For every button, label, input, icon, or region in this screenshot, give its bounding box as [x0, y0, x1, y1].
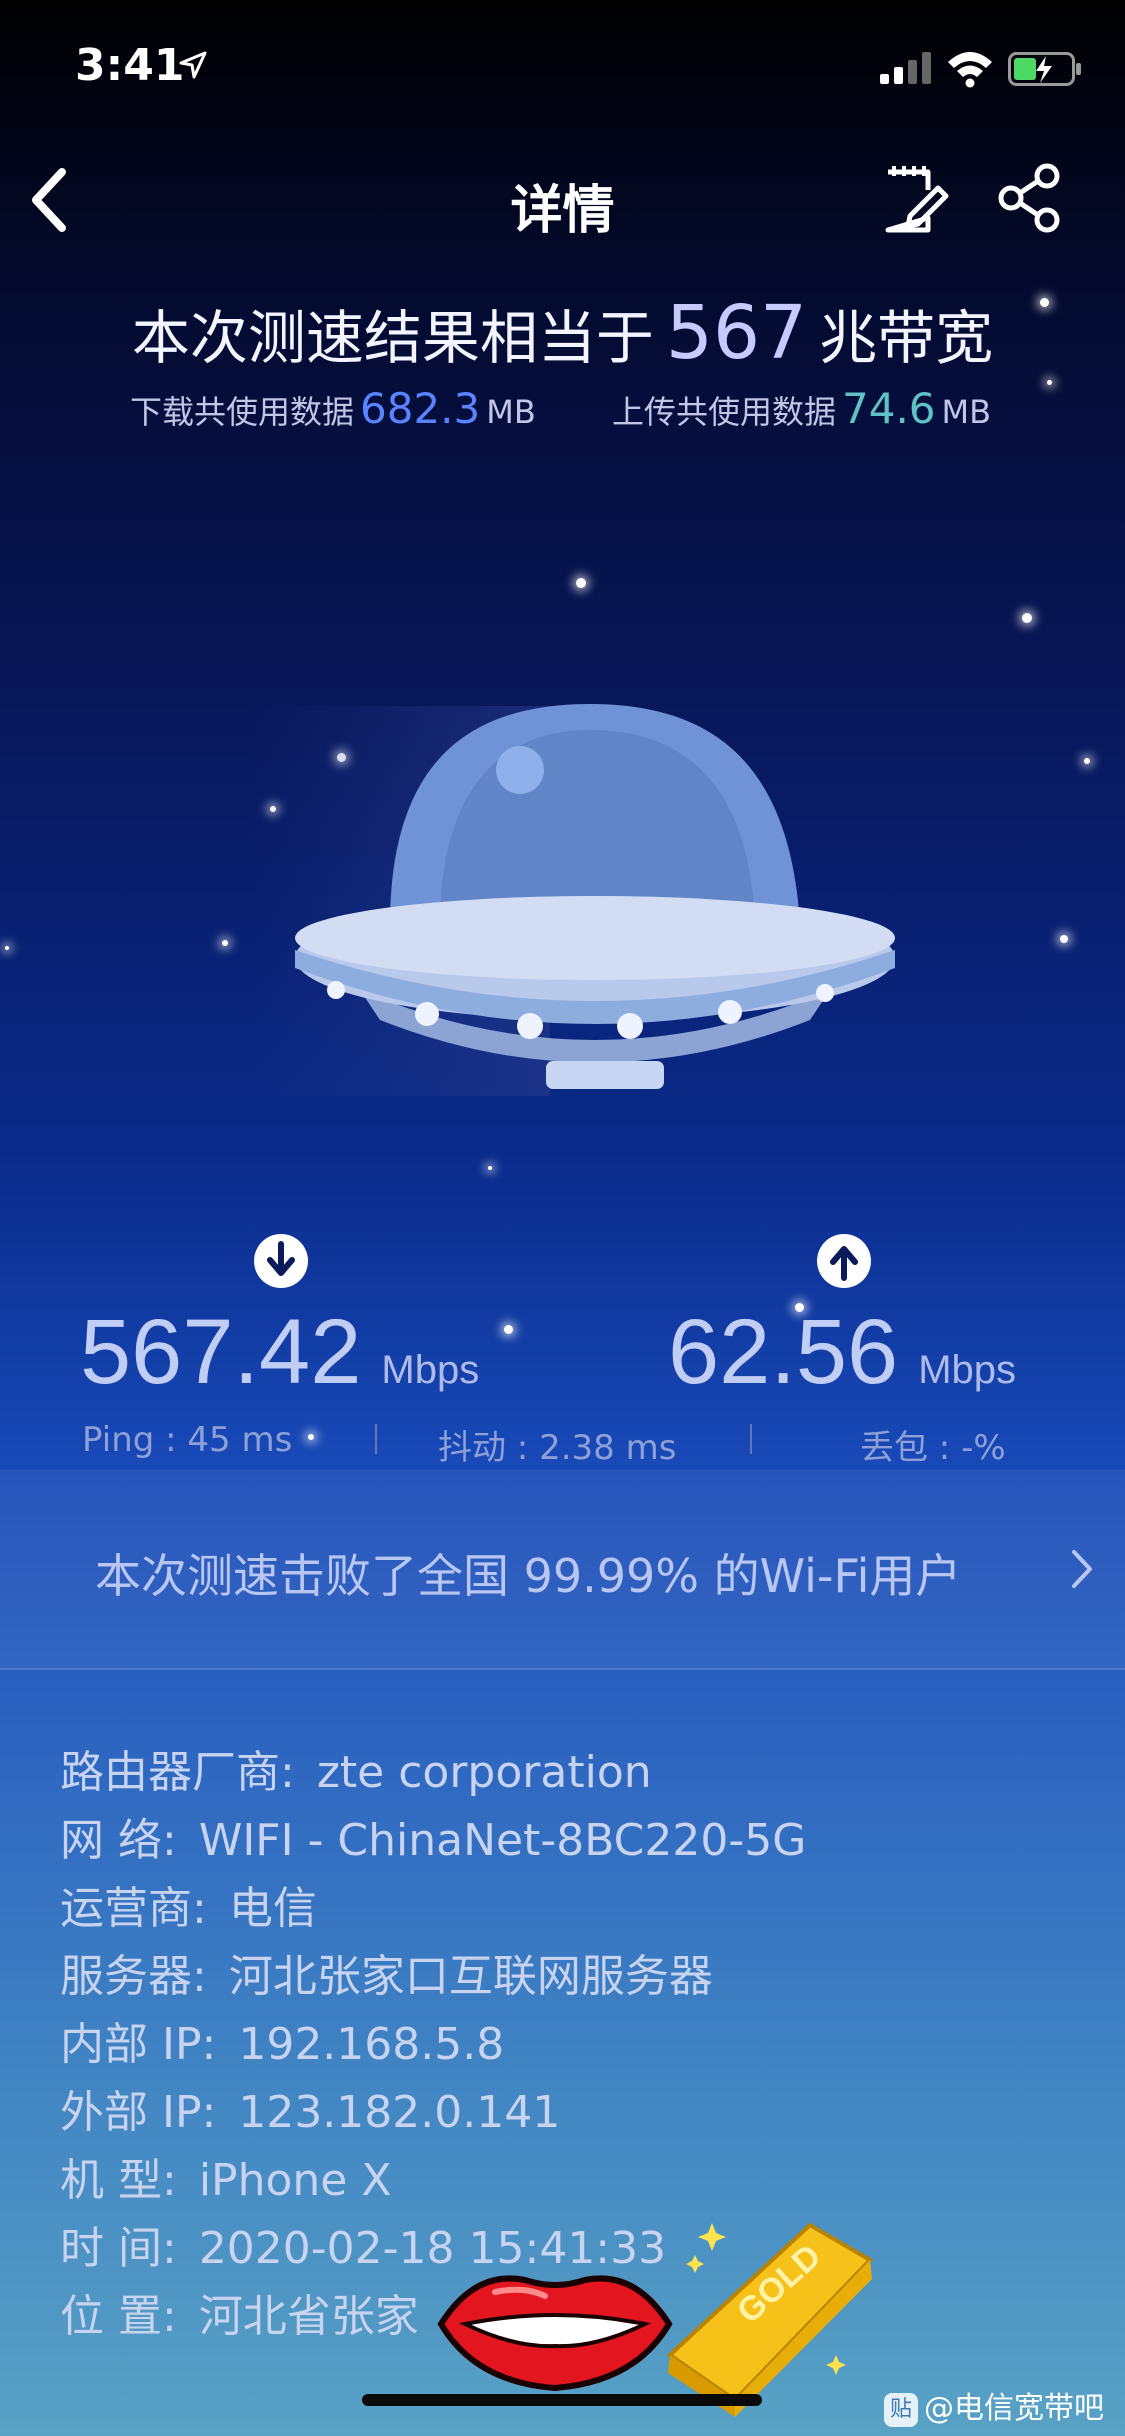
download-usage: 下载共使用数据 682.3 MB [130, 384, 536, 433]
chevron-right-icon [1072, 1550, 1092, 1588]
detail-value: 河北张家口互联网服务器 [228, 1951, 713, 2002]
star [1084, 758, 1090, 764]
detail-carrier: 运营商: 电信 [60, 1872, 1060, 1940]
detail-key: 时 间: [60, 2223, 177, 2274]
download-speed-value: 567.42 [80, 1301, 362, 1403]
status-bar: 3:41 [0, 0, 1125, 140]
jitter-metric: 抖动 : 2.38 ms [438, 1428, 677, 1468]
detail-key: 位 置: [60, 2291, 177, 2342]
home-indicator[interactable] [362, 2394, 762, 2406]
page-title: 详情 [510, 181, 615, 241]
star [5, 946, 9, 950]
nav-bar: 详情 [0, 150, 1125, 250]
star [1040, 298, 1049, 307]
detail-key: 网 络: [60, 1815, 177, 1866]
cellular-signal-icon [880, 52, 931, 84]
share-icon[interactable] [995, 162, 1065, 234]
detail-external-ip: 外部 IP: 123.182.0.141 [60, 2076, 1060, 2144]
detail-key: 运营商: [60, 1883, 207, 1934]
edit-note-icon[interactable] [880, 160, 950, 240]
network-metrics: Ping : 45 ms 抖动 : 2.38 ms 丢包 : -% [0, 1420, 1125, 1470]
gold-bar-sticker: GOLD [666, 2222, 874, 2417]
detail-key: 外部 IP: [60, 2087, 217, 2138]
star [1047, 380, 1052, 385]
upload-usage-unit: MB [941, 393, 992, 431]
download-speed-unit: Mbps [381, 1348, 480, 1392]
summary-prefix: 本次测速结果相当于 [131, 304, 654, 372]
detail-value: iPhone X [198, 2155, 392, 2206]
ping-metric: Ping : 45 ms [82, 1420, 293, 1460]
star [222, 940, 228, 946]
upload-speed-value: 62.56 [668, 1301, 899, 1403]
detail-server: 服务器: 河北张家口互联网服务器 [60, 1940, 1060, 2008]
detail-value: 123.182.0.141 [238, 2087, 561, 2138]
detail-key: 机 型: [60, 2155, 177, 2206]
detail-key: 服务器: [60, 1951, 207, 2002]
upload-speed: 62.56 Mbps [668, 1300, 1016, 1405]
arrow-down-circle-icon [254, 1234, 308, 1288]
star [488, 1166, 492, 1170]
arrow-up-circle-icon [817, 1234, 871, 1288]
detail-network: 网 络: WIFI - ChinaNet-8BC220-5G [60, 1804, 1060, 1872]
watermark-badge: 贴 [884, 2392, 918, 2427]
download-usage-label: 下载共使用数据 [130, 393, 355, 431]
star [1022, 613, 1032, 623]
download-speed: 567.42 Mbps [80, 1300, 479, 1405]
metric-divider [375, 1424, 377, 1454]
watermark: 贴 @电信宽带吧 [884, 2383, 1104, 2427]
star [1060, 935, 1068, 943]
bandwidth-value: 567 [665, 290, 808, 376]
detail-key: 路由器厂商: [60, 1747, 295, 1798]
detail-value: WIFI - ChinaNet-8BC220-5G [198, 1815, 807, 1866]
detail-internal-ip: 内部 IP: 192.168.5.8 [60, 2008, 1060, 2076]
upload-speed-unit: Mbps [918, 1348, 1017, 1392]
battery-charging-icon [1008, 52, 1081, 86]
location-arrow-icon [179, 51, 207, 79]
detail-value: zte corporation [316, 1747, 652, 1798]
summary-suffix: 兆带宽 [819, 304, 994, 372]
star [504, 1325, 513, 1334]
upload-usage-value: 74.6 [842, 384, 936, 433]
detail-value: 河北省张家 [198, 2291, 419, 2342]
detail-key: 内部 IP: [60, 2019, 217, 2070]
test-details: 路由器厂商: zte corporation 网 络: WIFI - ChinaNe… [60, 1736, 1060, 2348]
wifi-icon [948, 52, 992, 88]
packet-loss-metric: 丢包 : -% [860, 1428, 1006, 1468]
download-usage-unit: MB [486, 393, 536, 431]
star [576, 578, 586, 588]
detail-value: 电信 [228, 1883, 317, 1934]
lips-sticker [437, 2275, 673, 2392]
status-time: 3:41 [75, 40, 185, 91]
bandwidth-summary: 本次测速结果相当于 567 兆带宽 [0, 290, 1125, 376]
metric-divider [750, 1424, 752, 1454]
download-usage-value: 682.3 [360, 384, 481, 433]
detail-router-vendor: 路由器厂商: zte corporation [60, 1736, 1060, 1804]
upload-usage-label: 上传共使用数据 [612, 393, 837, 431]
detail-value: 192.168.5.8 [238, 2019, 505, 2070]
ranking-result-row[interactable]: 本次测速击败了全国 99.99% 的Wi-Fi用户 [0, 1470, 1125, 1670]
detail-device-model: 机 型: iPhone X [60, 2144, 1060, 2212]
ranking-result-text: 本次测速击败了全国 99.99% 的Wi-Fi用户 [95, 1549, 962, 1603]
watermark-text: @电信宽带吧 [924, 2391, 1104, 2426]
ufo-illustration [295, 704, 895, 1089]
upload-usage: 上传共使用数据 74.6 MB [612, 384, 991, 433]
